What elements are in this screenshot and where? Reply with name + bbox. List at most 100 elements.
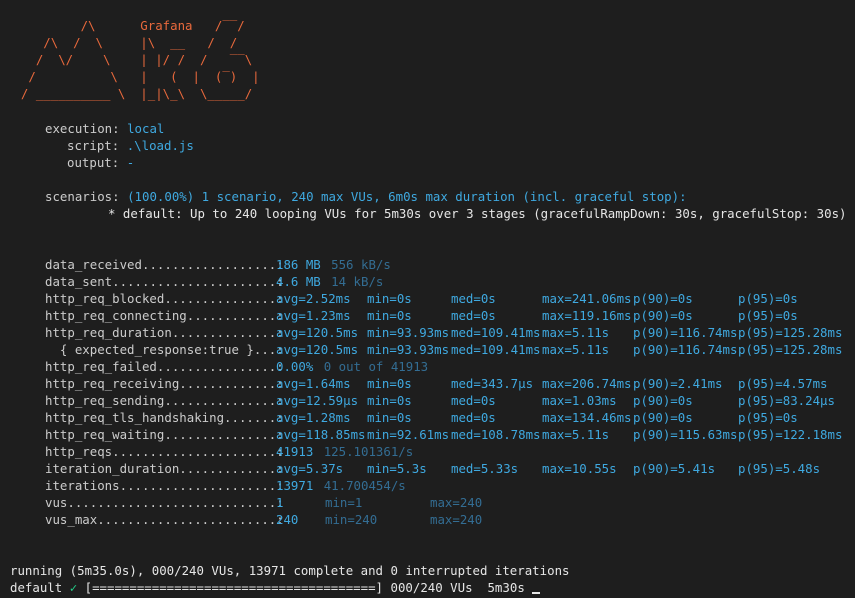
scenario-detail: * default: Up to 240 looping VUs for 5m3… <box>108 206 847 221</box>
metric-label: http_req_duration <box>45 325 172 340</box>
metric-label: data_received <box>45 257 142 272</box>
metric-med: med=5.33s <box>451 461 519 476</box>
metric-min: min=92.61ms <box>367 427 450 442</box>
metric-name: http_req_blocked...............: <box>45 290 284 307</box>
metric-p90: p(90)=115.63ms <box>633 427 738 442</box>
metric-rate: 14 kB/s <box>331 274 384 289</box>
metric-med: med=109.41ms <box>451 342 541 357</box>
metric-name: { expected_response:true }...: <box>45 341 284 358</box>
metric-label: http_req_receiving <box>45 376 180 391</box>
metric-p90: p(90)=5.41s <box>633 461 716 476</box>
metric-name: http_req_receiving.............: <box>45 375 284 392</box>
metric-p90: p(90)=0s <box>633 410 693 425</box>
metric-name: http_req_waiting...............: <box>45 426 284 443</box>
metric-avg: avg=2.52ms <box>276 291 351 306</box>
metric-med: med=108.78ms <box>451 427 541 442</box>
metric-p90: p(90)=0s <box>633 308 693 323</box>
metric-dots: ..............: <box>171 325 284 340</box>
metric-row: iteration_duration.............: avg=5.37… <box>0 460 855 477</box>
metric-name: http_reqs......................: <box>45 443 284 460</box>
metric-dots: ...............: <box>164 427 284 442</box>
output-label: output: <box>67 155 120 170</box>
metric-label: iteration_duration <box>45 461 180 476</box>
metric-name: data_received..................: <box>45 256 284 273</box>
output-line: output: - <box>0 154 134 171</box>
metric-avg: avg=120.5ms <box>276 342 359 357</box>
metric-rate: 125.101361/s <box>323 444 414 459</box>
metric-min: min=0s <box>367 291 412 306</box>
metric-avg: avg=1.23ms <box>276 308 351 323</box>
metric-name: vus............................: <box>45 494 284 511</box>
metric-label: http_req_blocked <box>45 291 165 306</box>
terminal-window: /\ Grafana /‾‾/ /\ / \ |\ __ / / / \/ \ … <box>0 0 855 598</box>
metric-min: min=240 <box>325 512 378 527</box>
logo-line: / \/ \ | |/ / / ‾‾\ <box>6 52 253 67</box>
scenarios-summary: (100.00%) 1 scenario, 240 max VUs, 6m0s … <box>127 189 687 204</box>
metric-label: http_req_sending <box>45 393 165 408</box>
metric-med: med=0s <box>451 308 496 323</box>
logo-line: / \ | ( | (‾) | <box>6 69 260 84</box>
cursor-icon <box>532 592 541 594</box>
metric-med: med=343.7µs <box>451 376 534 391</box>
metric-max: max=1.03ms <box>542 393 617 408</box>
metric-name: http_req_sending...............: <box>45 392 284 409</box>
metric-value: 41913 <box>276 444 314 459</box>
metric-value: 13971 <box>276 478 314 493</box>
script-line: script: .\load.js <box>0 137 194 154</box>
metric-label: { expected_response:true } <box>45 342 254 357</box>
metric-min: min=0s <box>367 393 412 408</box>
metric-name: http_req_tls_handshaking.......: <box>45 409 284 426</box>
metric-name: data_sent......................: <box>45 273 284 290</box>
metric-avg: avg=12.59µs <box>276 393 359 408</box>
metric-label: http_req_tls_handshaking <box>45 410 225 425</box>
metric-max: max=241.06ms <box>542 291 632 306</box>
metric-value: 240 <box>276 512 299 527</box>
scenario-detail-line: * default: Up to 240 looping VUs for 5m3… <box>0 205 847 222</box>
metric-value: 0.00% <box>276 359 314 374</box>
metric-min: min=0s <box>367 410 412 425</box>
metric-row: http_req_waiting...............: avg=118.… <box>0 426 855 443</box>
metric-p95: p(95)=125.28ms <box>738 325 843 340</box>
metric-min: min=1 <box>325 495 363 510</box>
metric-p90: p(90)=0s <box>633 393 693 408</box>
metric-min: min=93.93ms <box>367 342 450 357</box>
metric-row: data_sent......................: 4.6 MB 14… <box>0 273 855 290</box>
metric-max: max=5.11s <box>542 325 610 340</box>
metric-label: http_req_failed <box>45 359 157 374</box>
execution-label: execution: <box>45 121 120 136</box>
logo-line: / __________ \ |_|\_\ \_____/ <box>6 86 253 101</box>
metric-dots: ......................: <box>112 444 284 459</box>
metric-row: vus_max........................: 240 min=2… <box>0 511 855 528</box>
metric-dots: ................: <box>156 359 284 374</box>
metric-p90: p(90)=116.74ms <box>633 342 738 357</box>
metric-name: iteration_duration.............: <box>45 460 284 477</box>
scenarios-label: scenarios: <box>45 189 120 204</box>
metric-name: http_req_duration..............: <box>45 324 284 341</box>
metric-row: http_reqs......................: 41913 125… <box>0 443 855 460</box>
execution-value: local <box>127 121 165 136</box>
execution-line: execution: local <box>0 120 164 137</box>
metric-dots: ...............: <box>164 291 284 306</box>
metric-max: max=240 <box>430 495 483 510</box>
metric-p95: p(95)=125.28ms <box>738 342 843 357</box>
metric-med: med=0s <box>451 410 496 425</box>
metric-p95: p(95)=122.18ms <box>738 427 843 442</box>
metric-row: { expected_response:true }...: avg=120.5m… <box>0 341 855 358</box>
metric-p95: p(95)=5.48s <box>738 461 821 476</box>
metric-row: http_req_receiving.............: avg=1.64… <box>0 375 855 392</box>
metric-value: 1 <box>276 495 284 510</box>
metric-dots: .......: <box>224 410 284 425</box>
metric-med: med=0s <box>451 291 496 306</box>
scenario-name: default <box>10 580 63 595</box>
metric-value: 186 MB <box>276 257 321 272</box>
metric-avg: avg=120.5ms <box>276 325 359 340</box>
metric-max: max=206.74ms <box>542 376 632 391</box>
metric-dots: ..................: <box>141 257 284 272</box>
metric-row: iterations.....................: 13971 41.… <box>0 477 855 494</box>
running-status: running (5m35.0s), 000/240 VUs, 13971 co… <box>10 563 570 578</box>
metric-name: iterations.....................: <box>45 477 284 494</box>
metric-dots: ...............: <box>164 393 284 408</box>
metric-dots: ............: <box>186 308 284 323</box>
scenarios-line: scenarios: (100.00%) 1 scenario, 240 max… <box>0 188 687 205</box>
metric-avg: avg=1.64ms <box>276 376 351 391</box>
